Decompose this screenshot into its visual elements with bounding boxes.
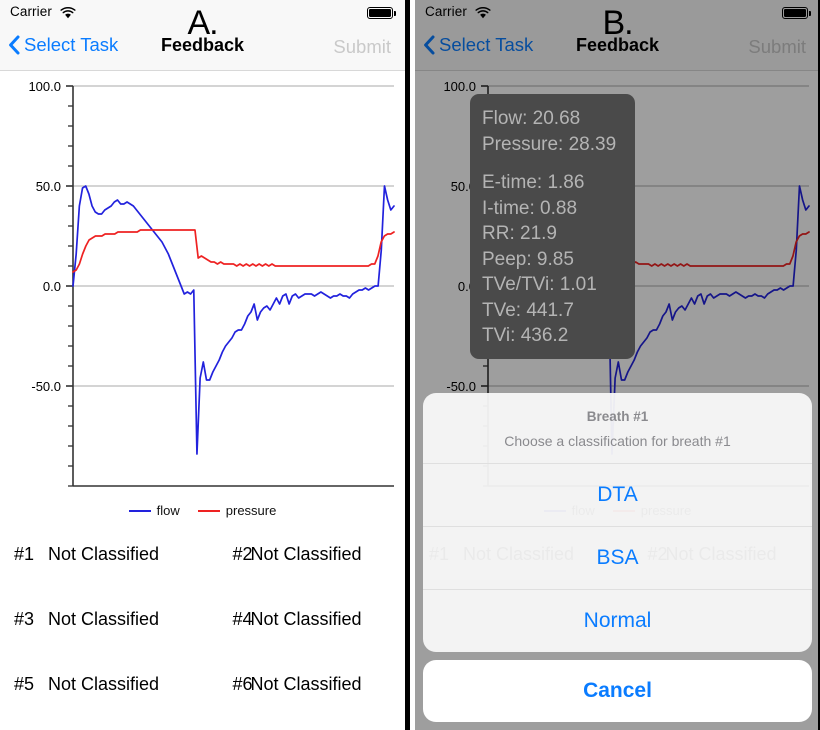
svg-text:100.0: 100.0 — [443, 79, 476, 94]
submit-button-a[interactable]: Submit — [333, 36, 391, 58]
action-sheet-header: Breath #1 Choose a classification for br… — [423, 393, 812, 463]
breath-number: #4 — [232, 609, 253, 629]
tooltip-spacer — [482, 157, 635, 170]
action-sheet: Breath #1 Choose a classification for br… — [423, 393, 812, 652]
svg-text:50.0: 50.0 — [36, 179, 61, 194]
nav-bar-b: B. Select Task Feedback Submit — [415, 4, 820, 71]
tooltip-rr: RR: 21.9 — [482, 223, 557, 244]
breath-item-2[interactable]: #2 Not Classified — [203, 544, 406, 565]
breath-status: Not Classified — [250, 609, 362, 629]
breath-number: #6 — [232, 674, 253, 694]
breath-row: #5 Not Classified #6 Not Classified — [0, 652, 405, 717]
breath-item-5[interactable]: #5 Not Classified — [0, 674, 203, 695]
legend-item-pressure: pressure — [197, 503, 277, 518]
breath-item-3[interactable]: #3 Not Classified — [0, 609, 203, 630]
tooltip-tve-tvi-ratio: TVe/TVi: 1.01 — [482, 274, 597, 295]
panel-b: Carrier B. Select Task Feedback Submit 1… — [415, 0, 820, 730]
breath-row: #3 Not Classified #4 Not Classified — [0, 587, 405, 652]
breath-item-4[interactable]: #4 Not Classified — [203, 609, 406, 630]
svg-text:0.0: 0.0 — [43, 279, 61, 294]
app-screenshot: Carrier A. Select Task Feedback Submit 1… — [0, 0, 820, 730]
svg-text:-50.0: -50.0 — [446, 379, 476, 394]
svg-text:100.0: 100.0 — [28, 79, 61, 94]
breath-row: #1 Not Classified #2 Not Classified — [0, 522, 405, 587]
legend-label-flow: flow — [156, 503, 180, 518]
panel-a: Carrier A. Select Task Feedback Submit 1… — [0, 0, 405, 730]
nav-bar-a: A. Select Task Feedback Submit — [0, 4, 405, 71]
tooltip-tvi: TVi: 436.2 — [482, 325, 569, 346]
breath-status: Not Classified — [48, 674, 160, 694]
legend-label-pressure: pressure — [225, 503, 277, 518]
breath-status: Not Classified — [48, 609, 160, 629]
action-sheet-cancel-button[interactable]: Cancel — [423, 660, 812, 722]
submit-button-b[interactable]: Submit — [748, 36, 806, 58]
breath-item-1[interactable]: #1 Not Classified — [0, 544, 203, 565]
action-sheet-message: Choose a classification for breath #1 — [504, 433, 731, 449]
breath-list-a: #1 Not Classified #2 Not Classified #3 N… — [0, 522, 405, 717]
action-sheet-group: Breath #1 Choose a classification for br… — [423, 393, 812, 652]
action-sheet-option-dta[interactable]: DTA — [423, 463, 812, 526]
breath-status: Not Classified — [48, 544, 160, 564]
tooltip-itime: I-time: 0.88 — [482, 197, 578, 219]
breath-metrics-tooltip: Flow: 20.68 Pressure: 28.39 E-time: 1.86… — [470, 94, 635, 359]
tooltip-peep: Peep: 9.85 — [482, 248, 574, 270]
chart-legend-a: flow pressure — [0, 503, 405, 518]
breath-number: #3 — [14, 609, 35, 629]
flow-pressure-chart-a: 100.0 50.0 0.0 -50.0 — [28, 79, 395, 487]
tooltip-tve: TVe: 441.7 — [482, 299, 574, 321]
action-sheet-option-normal[interactable]: Normal — [423, 589, 812, 652]
breath-number: #5 — [14, 674, 35, 694]
tooltip-flow: Flow: 20.68 — [482, 108, 581, 129]
tooltip-etime: E-time: 1.86 — [482, 172, 585, 193]
action-sheet-title: Breath #1 — [586, 409, 649, 424]
legend-swatch-pressure — [197, 509, 220, 512]
breath-status: Not Classified — [250, 544, 362, 564]
breath-item-6[interactable]: #6 Not Classified — [203, 674, 406, 695]
svg-text:-50.0: -50.0 — [31, 379, 61, 394]
action-sheet-option-bsa[interactable]: BSA — [423, 526, 812, 589]
legend-item-flow: flow — [128, 503, 180, 518]
breath-status: Not Classified — [250, 674, 362, 694]
chart-a: 100.0 50.0 0.0 -50.0 flow pressure — [0, 71, 405, 518]
breath-number: #1 — [14, 544, 35, 564]
legend-swatch-flow — [128, 509, 151, 512]
tooltip-pressure: Pressure: 28.39 — [482, 133, 617, 155]
breath-number: #2 — [232, 544, 253, 564]
panel-divider — [405, 0, 410, 730]
